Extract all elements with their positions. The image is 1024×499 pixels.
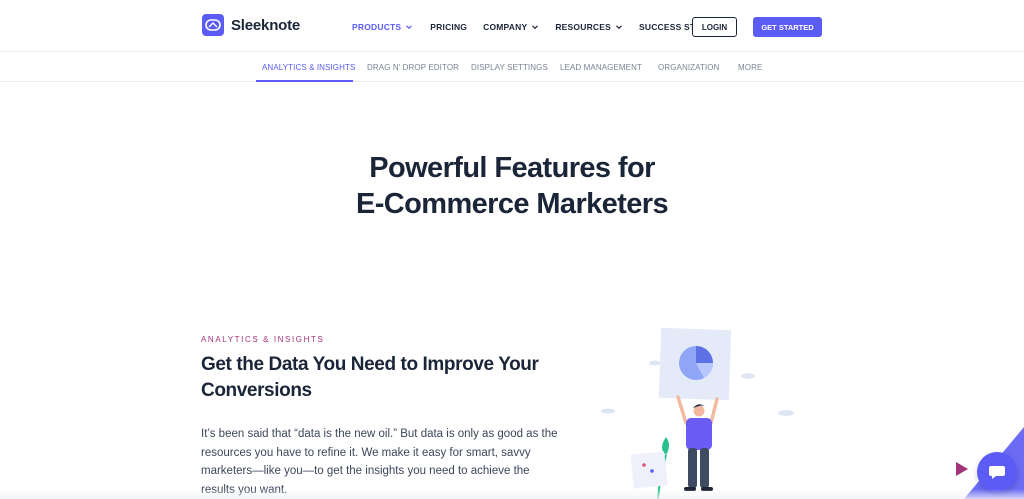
subnav-drag-drop-editor[interactable]: DRAG N' DROP EDITOR [367,63,459,72]
section-body: It’s been said that “data is the new oil… [201,425,561,499]
chat-bubble-icon [989,466,1005,479]
page-title-line: E-Commerce Marketers [356,188,669,220]
chevron-down-icon [532,25,539,30]
site-header: Sleeknote PRODUCTS PRICING COMPANY RESOU… [0,0,1024,52]
page-title-line: Powerful Features for [369,152,655,184]
person-illustration [676,395,719,491]
subnav-lead-management[interactable]: LEAD MANAGEMENT [560,63,642,72]
chevron-down-icon [616,25,622,30]
subnav-analytics-insights[interactable]: ANALYTICS & INSIGHTS [262,63,355,72]
small-card [630,451,668,489]
get-started-button[interactable]: GET STARTED [753,17,822,37]
logo[interactable]: Sleeknote [202,14,300,36]
section-title-line: Conversions [201,380,312,401]
login-button[interactable]: LOGIN [692,17,737,37]
nav-resources[interactable]: RESOURCES [555,22,623,32]
section-body-line: marketers—like you—to get the insights y… [201,465,530,477]
sleeknote-logo-icon [202,14,224,36]
nav-products[interactable]: PRODUCTS [352,22,413,32]
section-title-line: Get the Data You Need to Improve Your [201,354,539,375]
subnav-organization[interactable]: ORGANIZATION [658,63,720,72]
nav-resources-label: RESOURCES [555,22,611,32]
chevron-down-icon [406,25,413,30]
section-eyebrow: ANALYTICS & INSIGHTS [201,335,325,344]
nav-pricing[interactable]: PRICING [430,22,467,32]
nav-company-label: COMPANY [483,22,528,32]
feature-subnav: ANALYTICS & INSIGHTS DRAG N' DROP EDITOR… [0,53,1024,82]
nav-pricing-label: PRICING [430,22,468,32]
main-nav: PRODUCTS PRICING COMPANY RESOURCES SUCCE… [352,22,723,32]
nav-company[interactable]: COMPANY [483,22,539,32]
bottom-fade [0,489,1024,499]
chat-widget-button[interactable] [977,452,1017,492]
nav-products-label: PRODUCTS [352,22,402,32]
section-body-line: resources you have to refine it. We make… [201,446,531,459]
logo-text: Sleeknote [231,16,301,34]
section-title: Get the Data You Need to Improve Your Co… [201,352,561,404]
subnav-more[interactable]: MORE [738,63,762,72]
section-body-line: It’s been said that “data is the new oil… [201,428,558,440]
analytics-illustration [601,327,794,499]
subnav-display-settings[interactable]: DISPLAY SETTINGS [471,63,548,72]
pie-chart-icon [679,346,713,380]
active-tab-indicator [256,80,353,82]
page-title: Powerful Features for E-Commerce Markete… [0,150,1024,222]
